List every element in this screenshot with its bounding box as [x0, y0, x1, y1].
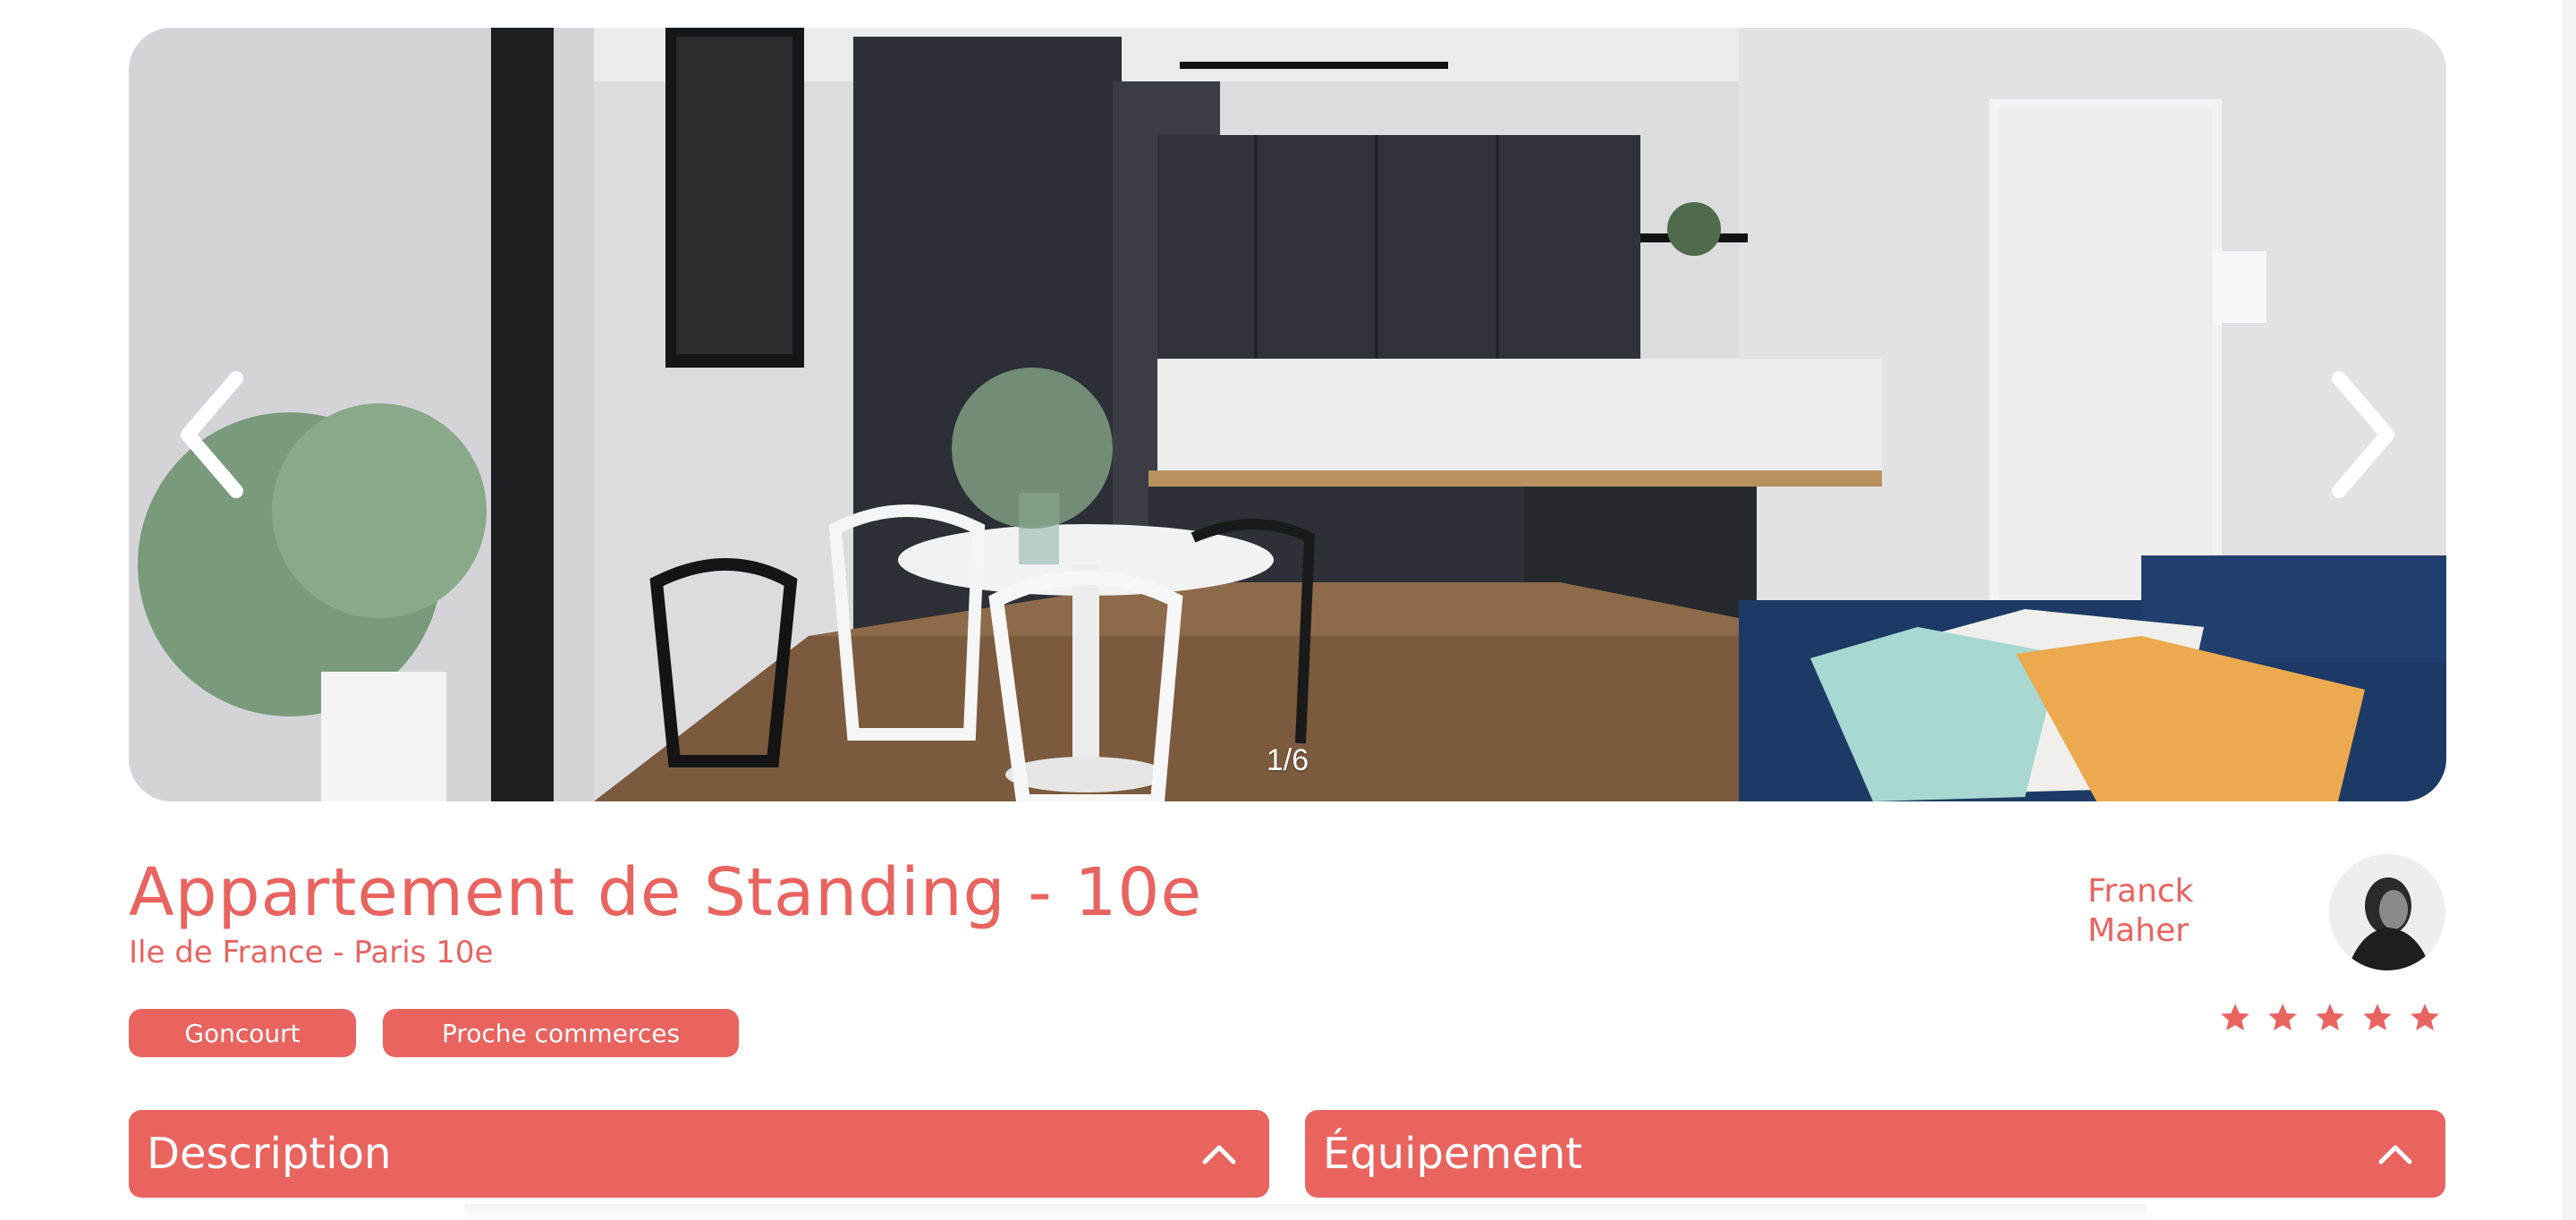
host-rating — [2219, 1002, 2441, 1034]
host-name: Franck Maher — [2088, 872, 2231, 951]
host-first-name: Franck — [2088, 873, 2194, 910]
description-label: Description — [147, 1129, 392, 1179]
chevron-left-icon — [181, 371, 243, 498]
equipment-label: Équipement — [1323, 1129, 1583, 1179]
chevron-up-icon — [1201, 1142, 1237, 1165]
star-icon — [2314, 1002, 2346, 1034]
tag: Proche commerces — [383, 1009, 739, 1057]
tag-list: Goncourt Proche commerces — [129, 1009, 739, 1057]
listing-location: Ile de France - Paris 10e — [129, 935, 494, 970]
description-collapse-toggle[interactable]: Description — [129, 1110, 1269, 1198]
star-icon — [2219, 1002, 2251, 1034]
host-portrait — [2329, 854, 2445, 970]
star-icon — [2361, 1002, 2394, 1034]
next-photo-button[interactable] — [2312, 359, 2411, 511]
host-last-name: Maher — [2088, 912, 2189, 949]
photo-carousel: 1/6 — [129, 28, 2446, 801]
page-scrollbar[interactable] — [2563, 0, 2576, 1220]
star-icon — [2267, 1002, 2299, 1034]
apartment-photo — [129, 28, 2446, 801]
tag: Goncourt — [129, 1009, 356, 1057]
chevron-right-icon — [2332, 371, 2394, 498]
content-panel-edge — [465, 1204, 2147, 1220]
previous-photo-button[interactable] — [165, 359, 263, 511]
star-icon — [2409, 1002, 2441, 1034]
listing-title: Appartement de Standing - 10e — [129, 854, 1203, 931]
photo-counter: 1/6 — [1266, 743, 1309, 777]
equipment-collapse-toggle[interactable]: Équipement — [1305, 1110, 2445, 1198]
host-avatar — [2329, 854, 2445, 970]
chevron-up-icon — [2377, 1142, 2413, 1165]
